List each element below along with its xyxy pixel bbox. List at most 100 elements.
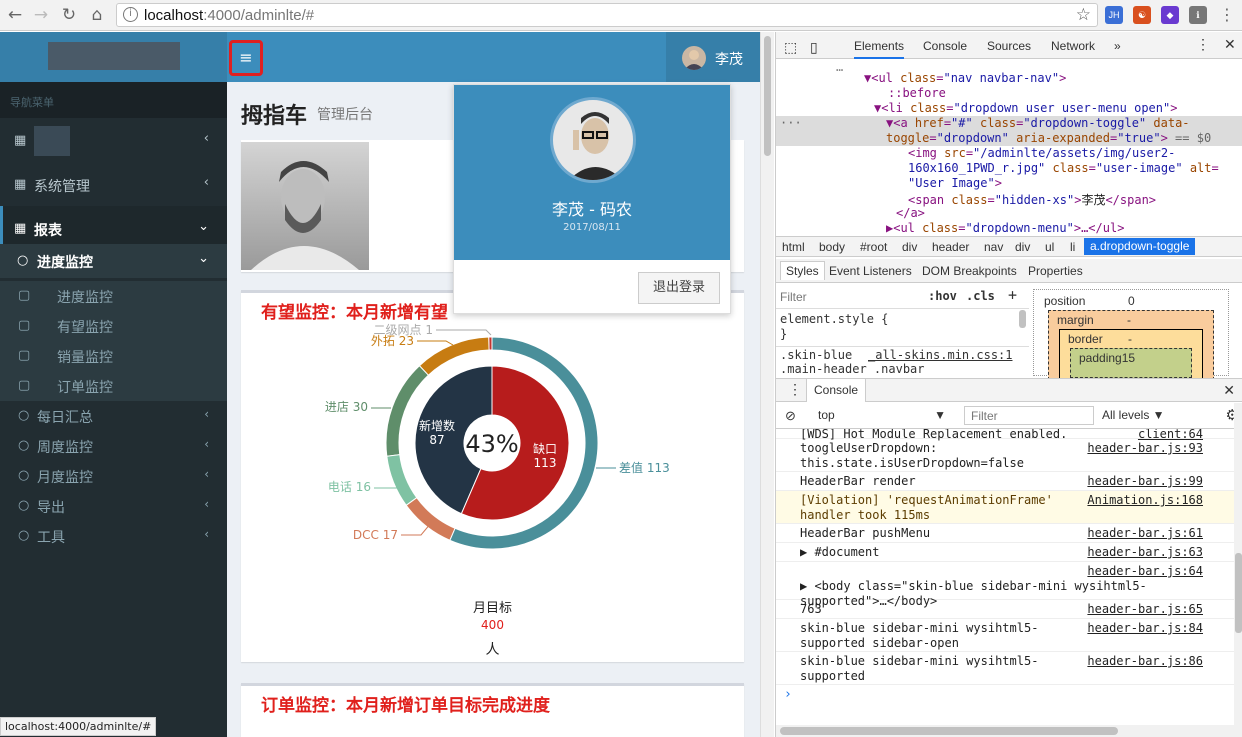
tab-styles[interactable]: Styles [780, 261, 825, 280]
hov-toggle[interactable]: :hov [928, 289, 957, 303]
scrollbar-thumb[interactable] [1235, 553, 1242, 633]
element-line-selected[interactable]: toggle="dropdown" aria-expanded="true"> … [886, 131, 1211, 146]
extension-gem-icon[interactable]: ◆ [1161, 6, 1179, 24]
console-source-link[interactable]: header-bar.js:61 [1087, 526, 1203, 540]
crumb[interactable]: #root [860, 240, 887, 254]
tab-more[interactable]: » [1114, 39, 1121, 53]
close-icon[interactable]: ✕ [1223, 382, 1235, 399]
element-line[interactable]: ▼<li class="dropdown user user-menu open… [874, 101, 1177, 116]
sidebar-item-blank[interactable]: ▦ ‹ [0, 118, 227, 162]
element-style-rule[interactable]: element.style { [780, 312, 888, 326]
sidebar-subitem[interactable]: ▢ 订单监控 [0, 371, 227, 401]
style-source-link[interactable]: _all-skins.min.css:1 [868, 348, 1013, 362]
bookmark-star-icon[interactable]: ☆ [1076, 5, 1091, 25]
element-line[interactable]: ▼<ul class="nav navbar-nav"> [864, 71, 1066, 86]
kebab-icon[interactable]: ⋮ [1196, 36, 1210, 53]
crumb[interactable]: li [1070, 240, 1075, 254]
crumb[interactable]: html [782, 240, 805, 254]
console-prompt[interactable]: › [784, 687, 792, 702]
crumb-selected[interactable]: a.dropdown-toggle [1084, 238, 1196, 255]
scrollbar-thumb[interactable] [780, 727, 1118, 735]
reload-icon[interactable]: ↻ [58, 4, 80, 26]
device-icon[interactable]: ▯ [810, 39, 818, 56]
skin-selector-2[interactable]: .main-header .navbar [780, 362, 925, 376]
sidebar-group-daily[interactable]: ○ 每日汇总 ‹ [0, 401, 227, 431]
close-icon[interactable]: ✕ [1224, 36, 1236, 53]
console-source-link[interactable]: Animation.js:168 [1087, 493, 1203, 507]
console-source-link[interactable]: header-bar.js:86 [1087, 654, 1203, 668]
sidebar-subitem[interactable]: ▢ 销量监控 [0, 341, 227, 371]
element-line[interactable]: <span class="hidden-xs">李茂</span> [908, 191, 1156, 207]
scrollbar-thumb[interactable] [764, 36, 771, 156]
crumb[interactable]: nav [984, 240, 1003, 254]
element-line[interactable]: 160x160_1PWD_r.jpg" class="user-image" a… [908, 161, 1219, 176]
crumb[interactable]: ul [1045, 240, 1054, 254]
element-line[interactable]: "User Image"> [908, 176, 1002, 191]
browser-menu-icon[interactable]: ⋮ [1216, 4, 1238, 26]
tab-network[interactable]: Network [1051, 39, 1095, 53]
crumb[interactable]: div [902, 240, 917, 254]
crumb[interactable]: div [1015, 240, 1030, 254]
styles-filter[interactable]: Filter [780, 290, 807, 304]
tab-event-listeners[interactable]: Event Listeners [829, 264, 912, 278]
page-scrollbar[interactable] [760, 32, 774, 737]
kebab-icon[interactable]: ⋮ [788, 381, 802, 398]
home-icon[interactable]: ⌂ [86, 4, 108, 26]
sidebar-item-label: 系统管理 [34, 179, 90, 195]
console-filter-input[interactable]: Filter [964, 406, 1094, 425]
tab-elements[interactable]: Elements [854, 39, 905, 59]
inspect-icon[interactable]: ⬚ [784, 39, 797, 56]
scrollbar-thumb[interactable] [1019, 310, 1026, 328]
sidebar-subitem[interactable]: ▢ 有望监控 [0, 311, 227, 341]
forward-icon[interactable]: → [30, 4, 52, 26]
logo-area[interactable] [0, 32, 227, 82]
tab-properties[interactable]: Properties [1028, 264, 1083, 278]
console-source-link[interactable]: header-bar.js:64 [1087, 564, 1203, 578]
tab-sources[interactable]: Sources [987, 39, 1031, 53]
console-source-link[interactable]: header-bar.js:84 [1087, 621, 1203, 635]
address-bar[interactable]: i localhost:4000/adminlte/# ☆ [116, 3, 1098, 27]
element-line[interactable]: <img src="/adminlte/assets/img/user2- [908, 146, 1175, 161]
outer-slice-label: 电话 16 [328, 480, 371, 494]
console-drawer-tab[interactable]: Console [806, 379, 867, 402]
clear-console-icon[interactable]: ⊘ [785, 408, 796, 424]
sidebar-group-monthly[interactable]: ○ 月度监控 ‹ [0, 461, 227, 491]
sidebar-toggle-button[interactable]: ≡ [229, 40, 263, 76]
info-icon[interactable]: i [123, 7, 138, 22]
back-icon[interactable]: ← [4, 4, 26, 26]
horizontal-scrollbar[interactable] [776, 725, 1242, 737]
cls-toggle[interactable]: .cls [966, 289, 995, 303]
element-line[interactable]: </a> [896, 206, 925, 221]
crumb[interactable]: header [932, 240, 969, 254]
sidebar-subitem[interactable]: ▢ 进度监控 [0, 281, 227, 311]
console-source-link[interactable]: header-bar.js:99 [1087, 474, 1203, 488]
sidebar-item-system[interactable]: ▦ 系统管理 ‹ [0, 162, 227, 206]
element-line[interactable]: ::before [888, 86, 946, 101]
user-menu[interactable]: 李茂 [666, 32, 760, 82]
add-rule-icon[interactable]: + [1008, 286, 1017, 304]
extension-fox-icon[interactable]: ☯ [1133, 6, 1151, 24]
console-source-link[interactable]: header-bar.js:65 [1087, 602, 1203, 616]
console-scrollbar[interactable] [1234, 403, 1242, 725]
outer-ring-slice[interactable] [386, 454, 418, 507]
outer-slice-label: 进店 30 [325, 400, 368, 414]
tab-console[interactable]: Console [923, 39, 967, 53]
tab-dom-breakpoints[interactable]: DOM Breakpoints [922, 264, 1017, 278]
logout-button[interactable]: 退出登录 [638, 272, 720, 304]
context-select[interactable]: top ▼ [810, 406, 950, 425]
sidebar-group-tools[interactable]: ○ 工具 ‹ [0, 521, 227, 551]
element-line[interactable]: ▶<ul class="dropdown-menu">…</ul> [886, 221, 1124, 236]
console-source-link[interactable]: header-bar.js:93 [1087, 441, 1203, 455]
extension-jh-icon[interactable]: JH [1105, 6, 1123, 24]
sidebar-item-progress[interactable]: ○ 进度监控 ⌄ [0, 244, 227, 278]
levels-select[interactable]: All levels ▼ [1102, 408, 1165, 422]
extension-info-icon[interactable]: ℹ [1189, 6, 1207, 24]
skin-selector[interactable]: .skin-blue [780, 348, 852, 362]
console-source-link[interactable]: header-bar.js:63 [1087, 545, 1203, 559]
sidebar-group-export[interactable]: ○ 导出 ‹ [0, 491, 227, 521]
console-message-text: HeaderBar render [800, 474, 916, 488]
element-line[interactable]: … [836, 60, 843, 75]
sidebar-group-weekly[interactable]: ○ 周度监控 ‹ [0, 431, 227, 461]
element-line-selected[interactable]: ▼<a href="#" class="dropdown-toggle" dat… [886, 116, 1190, 131]
crumb[interactable]: body [819, 240, 845, 254]
